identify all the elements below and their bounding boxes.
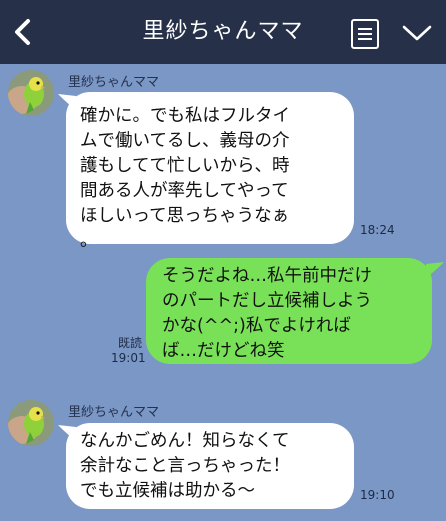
sender-name: 里紗ちゃんママ bbox=[68, 75, 160, 90]
message-bubble[interactable]: 確かに。でも私はフルタイ ムで働いてるし、義母の介 護もしてて忙しいから、時 間… bbox=[66, 92, 354, 251]
chat-header: 里紗ちゃんママ bbox=[0, 0, 446, 64]
parakeet-avatar-icon bbox=[8, 400, 54, 446]
message-bubble[interactable]: なんかごめん！知らなくて 余計なこと言っちゃった！ でも立候補は助かる〜 bbox=[66, 423, 354, 509]
message-time: 19:10 bbox=[360, 488, 395, 502]
chevron-down-icon[interactable] bbox=[400, 22, 434, 44]
document-list-icon[interactable] bbox=[350, 18, 380, 50]
bubble-tail bbox=[426, 262, 444, 278]
parakeet-avatar-icon bbox=[8, 70, 54, 116]
message-time: 18:24 bbox=[360, 223, 395, 237]
avatar[interactable] bbox=[8, 400, 54, 446]
avatar[interactable] bbox=[8, 70, 54, 116]
message-time: 19:01 bbox=[111, 351, 146, 365]
message-bubble[interactable]: そうだよね…私午前中だけ のパートだし立候補しよう かな(^^;)私でよければ … bbox=[146, 258, 432, 364]
read-receipt: 既読 bbox=[117, 336, 142, 350]
sender-name: 里紗ちゃんママ bbox=[68, 405, 160, 420]
